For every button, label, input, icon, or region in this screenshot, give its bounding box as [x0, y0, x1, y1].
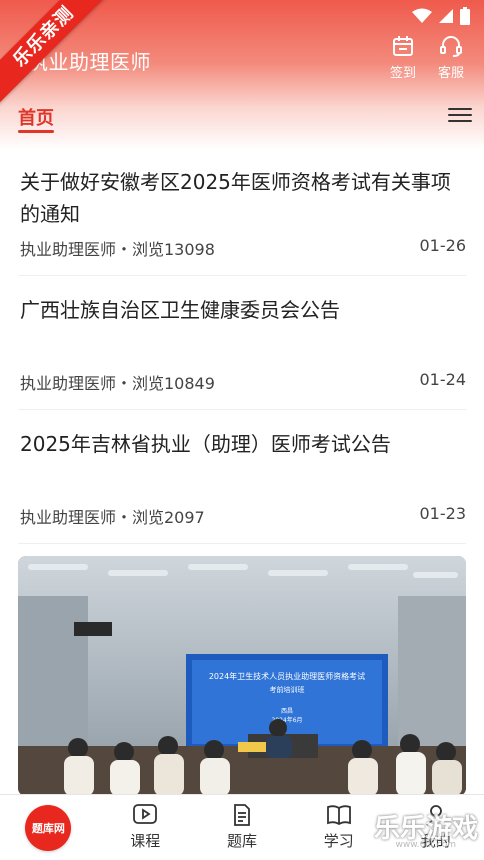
- news-date: 01-23: [419, 504, 467, 523]
- news-meta: 执业助理医师・浏览10849: [20, 374, 215, 393]
- nav-course-label: 课程: [130, 832, 161, 850]
- wifi-icon: [412, 8, 432, 23]
- news-title: 关于做好安徽考区2025年医师资格考试有关事项的通知: [20, 170, 451, 226]
- news-date: 01-24: [419, 370, 467, 389]
- news-title: 2025年吉林省执业（助理）医师考试公告: [20, 432, 391, 456]
- news-item[interactable]: 关于做好安徽考区2025年医师资格考试有关事项的通知 执业助理医师・浏览1309…: [18, 150, 466, 276]
- news-meta: 执业助理医师・浏览2097: [20, 508, 205, 527]
- nav-home[interactable]: 题库网: [0, 795, 97, 860]
- video-course-icon: [133, 804, 158, 824]
- question-bank-icon: [234, 804, 250, 826]
- nav-question-bank-label: 题库: [226, 832, 257, 850]
- headset-icon: [440, 36, 462, 57]
- nav-study-label: 学习: [323, 832, 354, 850]
- home-logo-icon: 题库网: [25, 805, 72, 851]
- signal-icon: [439, 9, 453, 23]
- tab-home[interactable]: 首页: [18, 104, 54, 130]
- news-meta: 执业助理医师・浏览13098: [20, 240, 215, 259]
- header-actions: 签到 客服: [388, 34, 466, 81]
- screen-title: 2024年卫生技术人员执业助理医师资格考试: [209, 671, 365, 681]
- screen-subtitle: 考前培训班: [270, 685, 305, 694]
- news-photo-card[interactable]: 2024年卫生技术人员执业助理医师资格考试 考前培训班 西昌 2024年6月: [18, 556, 466, 796]
- customer-service-button[interactable]: 客服: [436, 34, 466, 81]
- battery-icon: [460, 7, 470, 25]
- tab-home-indicator: [18, 130, 54, 133]
- news-list: 关于做好安徽考区2025年医师资格考试有关事项的通知 执业助理医师・浏览1309…: [0, 150, 484, 544]
- nav-course[interactable]: 课程: [97, 795, 194, 860]
- book-icon: [326, 805, 351, 826]
- customer-service-label: 客服: [437, 66, 464, 81]
- checkin-button[interactable]: 签到: [388, 34, 418, 81]
- checkin-label: 签到: [389, 66, 416, 81]
- status-bar: [412, 6, 470, 26]
- news-title: 广西壮族自治区卫生健康委员会公告: [20, 298, 340, 322]
- nav-question-bank[interactable]: 题库: [194, 795, 291, 860]
- screen-line3: 西昌: [281, 708, 293, 715]
- news-date: 01-26: [419, 236, 467, 255]
- nav-study[interactable]: 学习: [290, 795, 387, 860]
- news-item[interactable]: 2025年吉林省执业（助理）医师考试公告 执业助理医师・浏览2097 01-23: [18, 410, 466, 544]
- watermark-url: www.6llt.com: [395, 840, 456, 850]
- hamburger-menu-icon[interactable]: [448, 104, 472, 126]
- conference-photo: 2024年卫生技术人员执业助理医师资格考试 考前培训班 西昌 2024年6月: [18, 556, 466, 796]
- news-item[interactable]: 广西壮族自治区卫生健康委员会公告 执业助理医师・浏览10849 01-24: [18, 276, 466, 410]
- calendar-icon: [393, 36, 413, 56]
